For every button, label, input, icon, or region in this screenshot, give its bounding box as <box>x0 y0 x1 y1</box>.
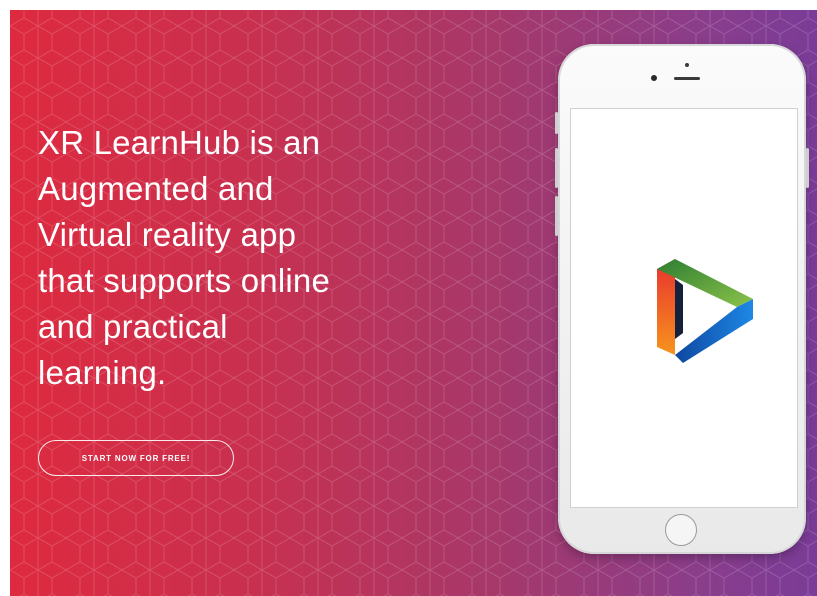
headline-line: learning. <box>38 354 167 391</box>
phone-home-button <box>665 514 697 546</box>
app-logo-icon <box>657 259 753 363</box>
phone-volume-down <box>555 196 558 236</box>
phone-power-button <box>806 148 809 188</box>
phone-mute-switch <box>555 112 558 134</box>
landing-page: XR LearnHub is an Augmented and Virtual … <box>0 0 817 596</box>
hero-headline: XR LearnHub is an Augmented and Virtual … <box>38 120 458 396</box>
phone-volume-up <box>555 148 558 188</box>
headline-line: XR LearnHub is an <box>38 124 321 161</box>
headline-line: Augmented and <box>38 170 274 207</box>
headline-line: and practical <box>38 308 228 345</box>
start-now-button[interactable]: START NOW FOR FREE! <box>38 440 234 476</box>
headline-line: Virtual reality app <box>38 216 297 253</box>
hero-section: XR LearnHub is an Augmented and Virtual … <box>10 10 817 596</box>
phone-screen <box>570 108 798 508</box>
phone-camera <box>651 75 657 81</box>
phone-speaker <box>674 77 700 80</box>
phone-mockup <box>555 44 809 554</box>
phone-sensor <box>685 63 689 67</box>
headline-line: that supports online <box>38 262 331 299</box>
